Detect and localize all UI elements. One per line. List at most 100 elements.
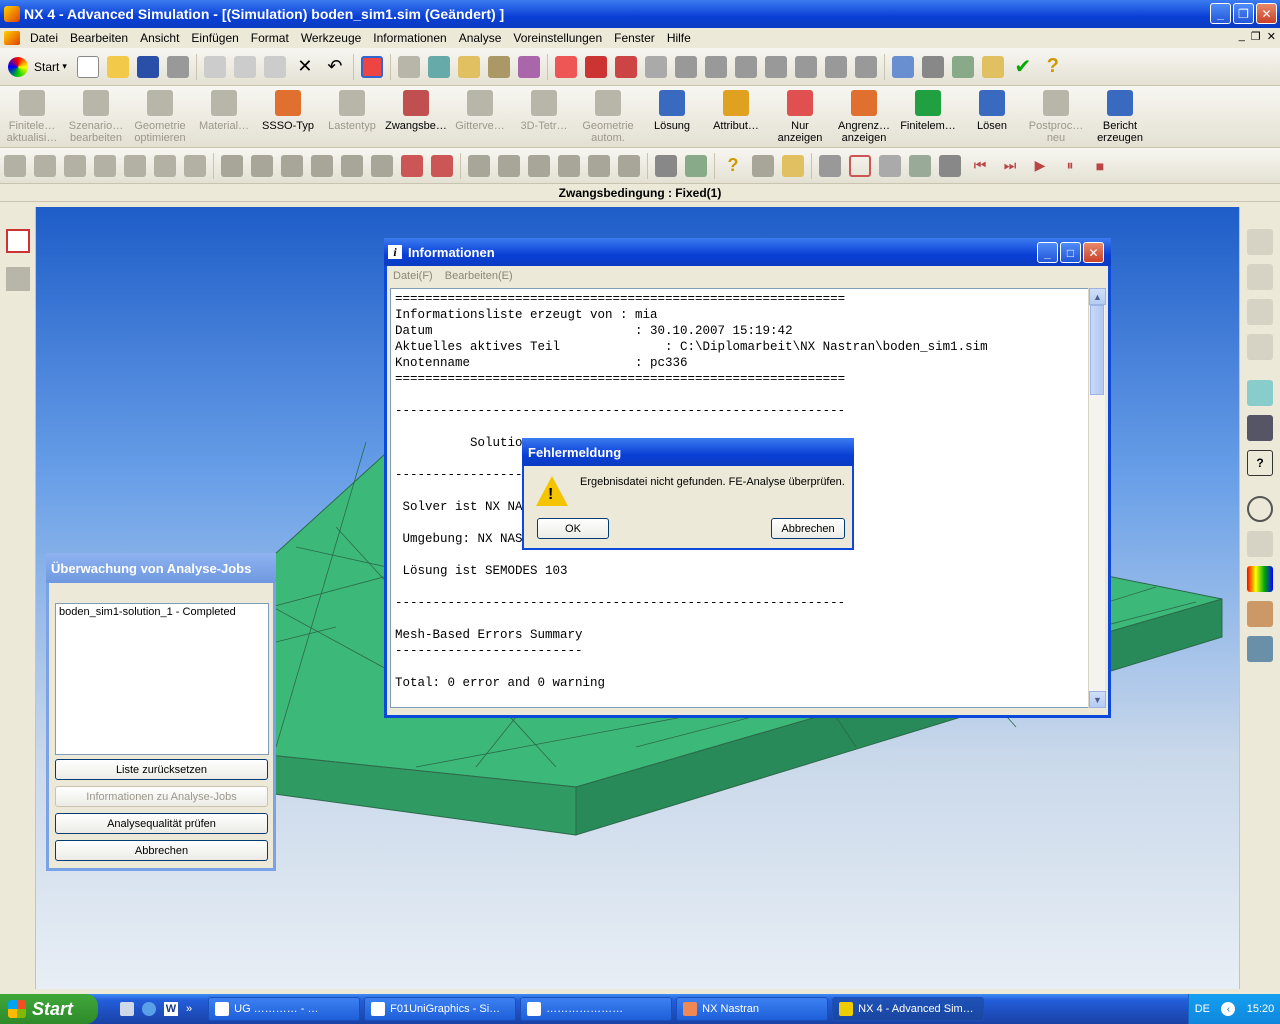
web-browser-icon[interactable]: [1247, 380, 1273, 406]
elem-icon-1[interactable]: [468, 154, 490, 177]
shape-icon-3[interactable]: [734, 55, 757, 78]
menu-analyse[interactable]: Analyse: [453, 31, 508, 45]
menu-hilfe[interactable]: Hilfe: [661, 31, 697, 45]
assembly-navigator-icon[interactable]: [1247, 264, 1273, 290]
system-scene-icon[interactable]: [1247, 636, 1273, 662]
menu-fenster[interactable]: Fenster: [608, 31, 661, 45]
mesh-icon-2[interactable]: [251, 154, 273, 177]
info-close-button[interactable]: ✕: [1083, 242, 1104, 263]
menu-voreinstellungen[interactable]: Voreinstellungen: [507, 31, 608, 45]
shape-icon-6[interactable]: [824, 55, 847, 78]
hide-icon[interactable]: [644, 55, 667, 78]
check-icon[interactable]: ✔: [1012, 56, 1034, 78]
rotate-icon[interactable]: [879, 154, 901, 177]
tool-icon-1[interactable]: [4, 154, 26, 177]
tool-icon-2[interactable]: [34, 154, 56, 177]
task-unigraphics[interactable]: F01UniGraphics - Si…: [364, 997, 517, 1021]
part-navigator-icon[interactable]: [1247, 299, 1273, 325]
language-indicator[interactable]: DE: [1195, 1003, 1210, 1015]
menu-einfuegen[interactable]: Einfügen: [185, 31, 244, 45]
menu-ansicht[interactable]: Ansicht: [134, 31, 185, 45]
sim-tool-button-13[interactable]: Angrenz… anzeigen: [832, 86, 896, 144]
result-icon[interactable]: [939, 154, 961, 177]
sim-tool-button-14[interactable]: Finitelem…: [896, 86, 960, 144]
help-icon[interactable]: ?: [1042, 55, 1064, 78]
fit-view-icon[interactable]: [360, 55, 383, 78]
stop-icon[interactable]: ■: [1089, 155, 1111, 177]
wcs-icon[interactable]: [554, 55, 577, 78]
layer-icon[interactable]: [397, 55, 420, 78]
minimize-button[interactable]: _: [1210, 3, 1231, 24]
close-button[interactable]: ✕: [1256, 3, 1277, 24]
print-icon[interactable]: [166, 55, 189, 78]
sim-tool-button-12[interactable]: Nur anzeigen: [768, 86, 832, 144]
info-maximize-button[interactable]: □: [1060, 242, 1081, 263]
measure-icon[interactable]: [487, 55, 510, 78]
menu-informationen[interactable]: Informationen: [367, 31, 452, 45]
history-clock-icon[interactable]: [1247, 496, 1273, 522]
mdi-close-button[interactable]: ✕: [1267, 30, 1276, 43]
sim-tool-button-17[interactable]: Bericht erzeugen: [1088, 86, 1152, 144]
snap-point-icon[interactable]: [6, 229, 30, 253]
new-file-icon[interactable]: [76, 55, 99, 78]
table-icon[interactable]: [427, 55, 450, 78]
cancel-button[interactable]: Abbrechen: [771, 518, 845, 539]
shape-icon-4[interactable]: [764, 55, 787, 78]
sim-navigator-icon[interactable]: [1247, 229, 1273, 255]
tool-icon-5[interactable]: [124, 154, 146, 177]
elem-icon-4[interactable]: [558, 154, 580, 177]
ie-icon[interactable]: [142, 1002, 156, 1016]
sim-tool-button-10[interactable]: Lösung: [640, 86, 704, 144]
job-cancel-button[interactable]: Abbrechen: [55, 840, 268, 861]
list-item[interactable]: boden_sim1-solution_1 - Completed: [59, 606, 265, 618]
tray-expand-icon[interactable]: ‹: [1221, 1002, 1236, 1016]
elem-icon-6[interactable]: [618, 154, 640, 177]
mdi-minimize-button[interactable]: _: [1239, 30, 1245, 43]
elem-icon-2[interactable]: [498, 154, 520, 177]
coord-icon-2[interactable]: [431, 154, 453, 177]
menu-bearbeiten[interactable]: Bearbeiten: [64, 31, 134, 45]
mesh-icon-1[interactable]: [221, 154, 243, 177]
first-frame-icon[interactable]: ⏮: [969, 155, 991, 177]
constraint-navigator-icon[interactable]: [1247, 334, 1273, 360]
find-icon[interactable]: [981, 55, 1004, 78]
last-frame-icon[interactable]: ⏭: [999, 155, 1021, 177]
question-icon[interactable]: ?: [722, 155, 744, 177]
mesh-icon-6[interactable]: [371, 154, 393, 177]
task-unknown[interactable]: …………………: [520, 997, 673, 1021]
help-icon[interactable]: ?: [1247, 450, 1273, 476]
menu-werkzeuge[interactable]: Werkzeuge: [295, 31, 367, 45]
task-nx-nastran[interactable]: NX Nastran: [676, 997, 829, 1021]
menu-format[interactable]: Format: [245, 31, 295, 45]
history-icon[interactable]: [921, 55, 944, 78]
scroll-down-arrow[interactable]: ▼: [1089, 691, 1106, 708]
save-icon[interactable]: [136, 55, 159, 78]
color-icon[interactable]: [819, 154, 841, 177]
mesh-icon-3[interactable]: [281, 154, 303, 177]
scroll-thumb[interactable]: [1090, 305, 1104, 395]
elem-icon-5[interactable]: [588, 154, 610, 177]
roles-icon[interactable]: [1247, 601, 1273, 627]
doc-icon[interactable]: [4, 31, 20, 45]
datum-icon[interactable]: [614, 55, 637, 78]
info-scrollbar[interactable]: ▲ ▼: [1088, 288, 1106, 708]
book-icon[interactable]: [909, 154, 931, 177]
open-folder-icon[interactable]: [106, 55, 129, 78]
text-icon[interactable]: [782, 154, 804, 177]
start-button[interactable]: Start: [0, 994, 98, 1024]
play-icon[interactable]: ▶: [1029, 155, 1051, 177]
tool-icon-3[interactable]: [64, 154, 86, 177]
word-icon[interactable]: W: [164, 1002, 178, 1016]
undo-icon[interactable]: ↶: [324, 56, 346, 78]
select-filter-icon[interactable]: [6, 267, 30, 291]
sim-tool-button-6[interactable]: Zwangsbe…: [384, 86, 448, 144]
cut-icon[interactable]: [203, 55, 226, 78]
reset-list-button[interactable]: Liste zurücksetzen: [55, 759, 268, 780]
sim-tool-button-4[interactable]: SSSO-Typ: [256, 86, 320, 144]
sim-tool-button-15[interactable]: Lösen: [960, 86, 1024, 144]
shape-icon-1[interactable]: [674, 55, 697, 78]
task-ug[interactable]: UG ………… - …: [208, 997, 361, 1021]
ok-button[interactable]: OK: [537, 518, 609, 539]
copy-icon[interactable]: [233, 55, 256, 78]
task-nx4-advanced-sim[interactable]: NX 4 - Advanced Sim…: [832, 997, 985, 1021]
